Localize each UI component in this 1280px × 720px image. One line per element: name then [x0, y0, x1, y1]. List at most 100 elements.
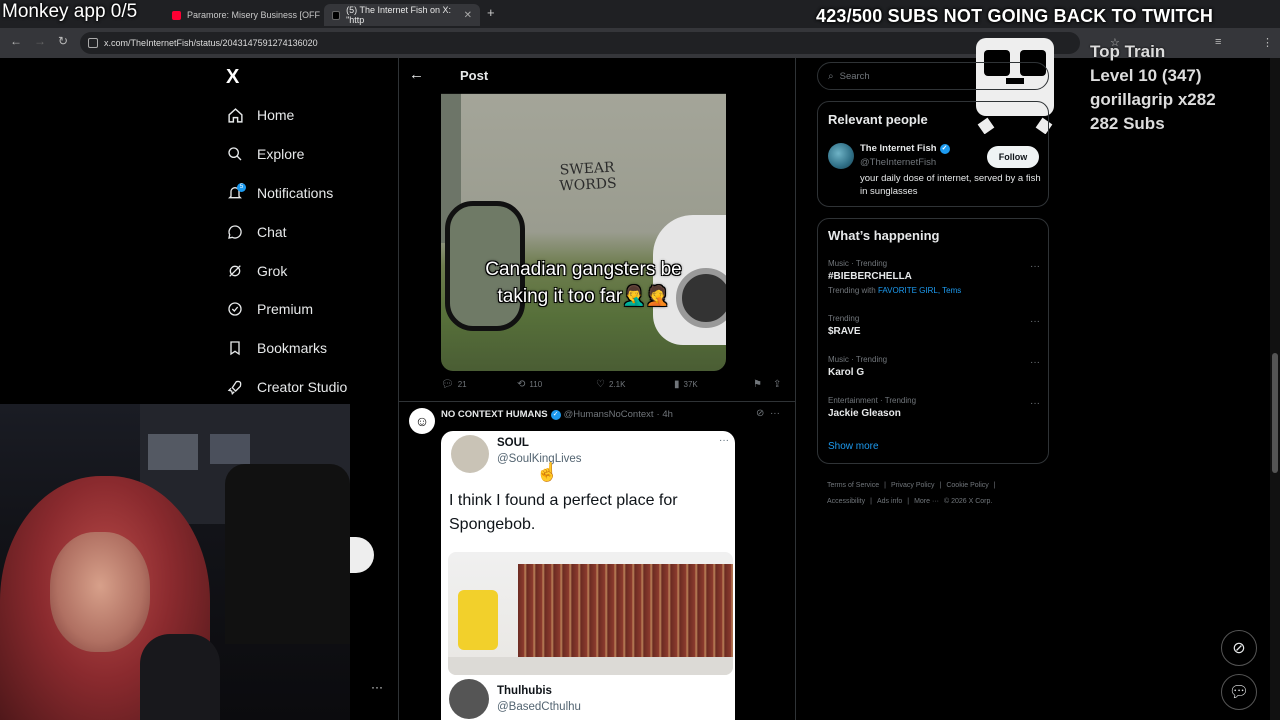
more-icon: ··· — [719, 435, 729, 446]
x-logo-icon[interactable]: X — [226, 66, 239, 89]
shelf-base — [448, 657, 733, 675]
footer-link[interactable]: Ads info — [877, 498, 902, 505]
site-info-icon[interactable] — [88, 38, 98, 48]
new-tab-icon[interactable]: + — [487, 5, 495, 20]
repost-button[interactable]: ⟲ 110 — [517, 379, 542, 390]
reply-icon: 💬︎ — [441, 379, 454, 390]
grok-icon[interactable]: ⊘ — [756, 408, 764, 419]
search-input[interactable]: ⌕ Search — [817, 62, 1049, 90]
youtube-icon — [172, 10, 181, 20]
post-media-video[interactable]: SWEAR WORDS Canadian gangsters be taking… — [441, 93, 726, 371]
tweet-time[interactable]: · 4h — [657, 409, 673, 420]
footer-link[interactable]: Terms of Service — [827, 482, 879, 489]
menu-icon[interactable]: ≡ — [1215, 36, 1221, 48]
footer-link[interactable]: More ··· — [914, 498, 939, 505]
more-icon[interactable]: ··· — [1030, 261, 1040, 272]
share-icon: ⇪ — [773, 379, 782, 390]
trend-item[interactable]: Entertainment · Trending Jackie Gleason … — [828, 396, 1040, 419]
tweet-actions: ⊘ ··· — [756, 408, 780, 419]
url-text: x.com/TheInternetFish/status/20431475912… — [104, 38, 318, 48]
browser-tab-x[interactable]: (5) The Internet Fish on X: "http ✕ — [324, 4, 480, 26]
verified-badge-icon: ✓ — [550, 409, 561, 420]
browser-tab-youtube[interactable]: Paramore: Misery Business [OFF ✕ — [164, 4, 344, 26]
footer-link[interactable]: Cookie Policy — [946, 482, 988, 489]
more-icon[interactable]: ··· — [1030, 357, 1040, 368]
sidebar-item-grok[interactable]: Grok — [226, 262, 287, 280]
sidebar-item-chat[interactable]: Chat — [226, 223, 287, 241]
sidebar-item-label: Chat — [257, 224, 287, 240]
train-subs: 282 Subs — [1090, 114, 1165, 133]
share-button[interactable]: ⇪ — [773, 379, 785, 390]
scroll-handle[interactable] — [350, 537, 374, 573]
sidebar-item-label: Premium — [257, 301, 314, 317]
notification-badge: 5 — [237, 183, 246, 192]
sidebar-item-explore[interactable]: Explore — [226, 145, 304, 163]
trend-context-links[interactable]: FAVORITE GIRL, Tems — [878, 286, 961, 295]
sidebar-item-home[interactable]: Home — [226, 106, 294, 124]
video-caption: Canadian gangsters be taking it too far🤦… — [441, 256, 726, 310]
grok-fab-icon[interactable]: ⊘ — [1221, 630, 1257, 666]
trend-item[interactable]: Music · Trending #BIEBERCHELLA Trending … — [828, 259, 1040, 295]
url-field[interactable]: x.com/TheInternetFish/status/20431475912… — [80, 32, 1080, 54]
trend-name: Karol G — [828, 367, 865, 378]
more-icon[interactable]: ··· — [1030, 398, 1040, 409]
footer-link[interactable]: Privacy Policy — [891, 482, 935, 489]
more-icon[interactable]: ··· — [770, 408, 780, 419]
scrollbar-thumb[interactable] — [1272, 353, 1278, 473]
webcam-person-face — [50, 532, 150, 652]
sidebar-item-label: Explore — [257, 146, 305, 162]
like-button[interactable]: ♡ 2.1K — [596, 379, 625, 390]
sidebar-item-label: Bookmarks — [257, 340, 328, 356]
author-handle[interactable]: @HumansNoContext — [564, 409, 654, 420]
webcam-jersey — [225, 464, 350, 644]
author-name[interactable]: NO CONTEXT HUMANS — [441, 409, 548, 420]
sidebar-item-premium[interactable]: Premium — [226, 300, 313, 318]
views-button[interactable]: ▮ 37K — [674, 379, 698, 390]
close-icon[interactable]: ✕ — [464, 10, 472, 21]
sidebar-item-creator-studio[interactable]: Creator Studio — [226, 378, 347, 396]
webcam-feed — [0, 404, 350, 720]
post-header: ← Post — [399, 58, 795, 94]
bookmark-button[interactable]: ⚑ — [753, 379, 766, 390]
trend-item[interactable]: Trending $RAVE ··· — [828, 314, 1040, 337]
trend-category: Trending — [828, 314, 860, 323]
avatar[interactable]: ☺ — [409, 408, 435, 434]
footer-separator: | — [870, 498, 872, 505]
heart-icon: ♡ — [596, 379, 605, 390]
chat-icon — [226, 223, 244, 241]
tweet-author-row: NO CONTEXT HUMANS ✓ @HumansNoContext · 4… — [441, 409, 673, 420]
footer-link[interactable]: Accessibility — [827, 498, 865, 505]
x-favicon-icon — [332, 10, 341, 20]
train-user: gorillagrip x282 — [1090, 90, 1216, 109]
sidebar-item-bookmarks[interactable]: Bookmarks — [226, 339, 327, 357]
page-scrollbar[interactable] — [1270, 58, 1280, 720]
post-action-bar: 💬︎ 21 ⟲ 110 ♡ 2.1K ▮ 37K ⚑ ⇪ — [441, 379, 789, 393]
more-options-icon[interactable]: ··· — [371, 680, 383, 694]
reply-button[interactable]: 💬︎ 21 — [441, 379, 467, 390]
more-icon[interactable]: ⋮ — [1262, 36, 1273, 49]
avatar[interactable] — [828, 143, 854, 169]
trend-category: Music · Trending — [828, 355, 888, 364]
footer-separator: | — [884, 482, 886, 489]
person-name[interactable]: The Internet Fish ✓ — [860, 143, 950, 154]
follow-button[interactable]: Follow — [987, 146, 1039, 168]
reload-icon[interactable]: ↻ — [58, 34, 68, 48]
show-more-link[interactable]: Show more — [828, 441, 879, 452]
back-arrow-icon[interactable]: ← — [409, 66, 424, 83]
graffiti-line: WORDS — [559, 175, 618, 195]
search-icon: ⌕ — [828, 70, 834, 82]
tab-label: Paramore: Misery Business [OFF — [187, 10, 321, 20]
messages-fab-icon[interactable]: 💬︎ — [1221, 674, 1257, 710]
repost-icon: ⟲ — [517, 379, 526, 390]
tab-label: (5) The Internet Fish on X: "http — [346, 5, 451, 25]
copyright: © 2026 X Corp. — [943, 498, 993, 505]
back-icon[interactable]: ← — [10, 34, 22, 48]
stream-overlay-title: Monkey app 0/5 — [2, 1, 138, 22]
person-handle[interactable]: @TheInternetFish — [860, 157, 936, 168]
verified-icon — [226, 300, 244, 318]
forward-icon[interactable]: → — [34, 34, 46, 48]
home-icon — [226, 106, 244, 124]
more-icon[interactable]: ··· — [1030, 316, 1040, 327]
trend-item[interactable]: Music · Trending Karol G ··· — [828, 355, 1040, 378]
embedded-screenshot[interactable]: SOUL @SoulKingLives ··· I think I found … — [441, 431, 735, 720]
